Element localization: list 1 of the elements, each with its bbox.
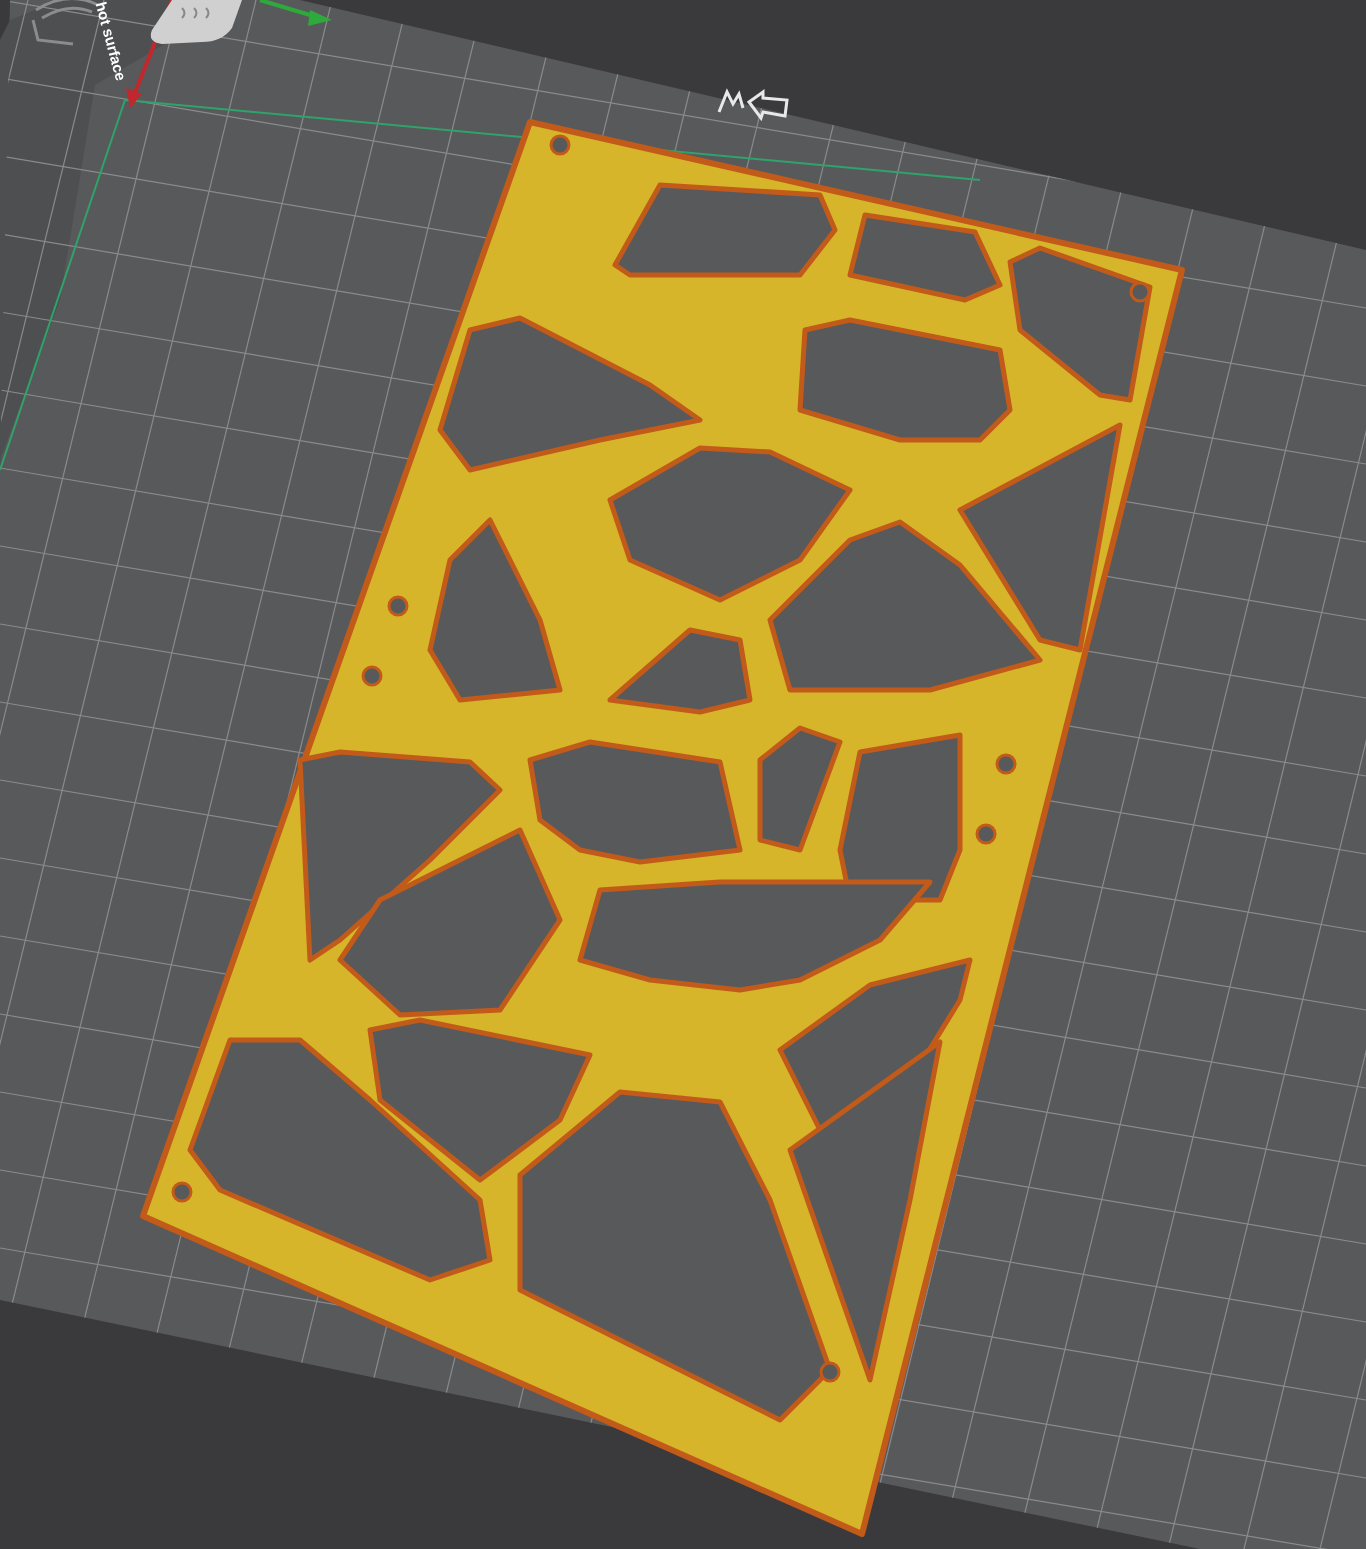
- bed-warning-label: hot surface: [91, 0, 131, 84]
